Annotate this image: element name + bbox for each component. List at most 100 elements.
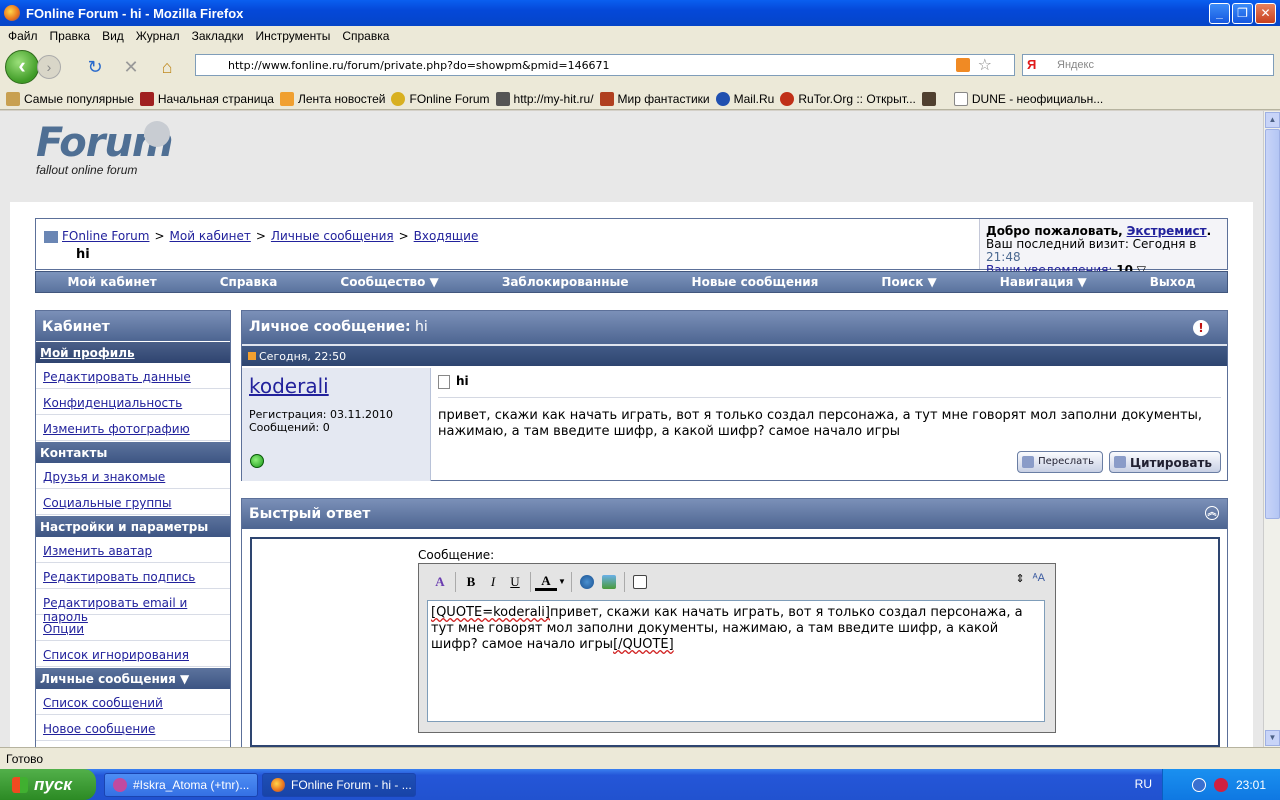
message-editor: A B I U A ▼ ⇕ ᴬA [QUOTE=koderali]привет,… (418, 563, 1056, 733)
bookmark-item[interactable]: Начальная страница (139, 91, 274, 106)
scroll-up-icon[interactable]: ▲ (1265, 112, 1280, 128)
sidebar-section-pm[interactable]: Личные сообщения ▼ (36, 667, 230, 689)
pm-username[interactable]: koderali (249, 374, 423, 398)
sidebar-item[interactable]: Изменить аватар (36, 537, 230, 563)
bookmark-item[interactable]: Mail.Ru (715, 91, 774, 106)
nav-community[interactable]: Сообщество ▼ (340, 275, 438, 289)
sidebar-item[interactable]: Конфиденциальность (36, 389, 230, 415)
taskbar-item-active[interactable]: FOnline Forum - hi - ... (262, 772, 416, 797)
back-button[interactable]: ‹ (5, 50, 39, 84)
breadcrumb-link[interactable]: FOnline Forum (62, 229, 149, 243)
collapse-icon[interactable]: ︽ (1205, 506, 1219, 520)
nav-my-cabinet[interactable]: Мой кабинет (68, 275, 157, 289)
sidebar-item[interactable]: Список игнорирования (36, 641, 230, 667)
sidebar-item[interactable]: Редактировать email и пароль (36, 589, 230, 624)
nav-search[interactable]: Поиск ▼ (881, 275, 936, 289)
username-link[interactable]: Экстремист (1127, 224, 1207, 238)
bold-button[interactable]: B (460, 571, 482, 593)
navigation-toolbar: ‹ › ↻ ✕ ⌂ http://www.fonline.ru/forum/pr… (0, 46, 1280, 88)
reload-icon[interactable]: ↻ (83, 55, 107, 79)
scroll-down-icon[interactable]: ▼ (1265, 730, 1280, 746)
start-button[interactable]: пуск (0, 769, 96, 800)
breadcrumb-link[interactable]: Мой кабинет (170, 229, 251, 243)
bookmark-star-icon[interactable]: ☆ (978, 55, 992, 74)
close-button[interactable]: ✕ (1255, 3, 1276, 24)
breadcrumb-link[interactable]: Входящие (414, 229, 479, 243)
menu-help[interactable]: Справка (336, 29, 395, 43)
nav-blocked[interactable]: Заблокированные (502, 275, 629, 289)
antivirus-icon[interactable] (1213, 777, 1228, 792)
language-indicator[interactable]: RU (1135, 777, 1152, 791)
film-icon (495, 91, 510, 106)
page-scrollbar[interactable]: ▲ ▼ (1263, 111, 1280, 747)
sidebar-item[interactable]: Список сообщений (36, 689, 230, 715)
bookmark-item[interactable]: Мир фантастики (599, 91, 710, 106)
bookmark-item[interactable]: Лента новостей (279, 91, 385, 106)
bookmark-item[interactable]: Самые популярные (6, 91, 134, 106)
yandex-icon[interactable]: Я (1027, 57, 1036, 72)
nav-navigation[interactable]: Навигация ▼ (1000, 275, 1087, 289)
rss-icon (279, 91, 294, 106)
nav-logout[interactable]: Выход (1150, 275, 1196, 289)
menu-bar: Файл Правка Вид Журнал Закладки Инструме… (0, 26, 1280, 46)
menu-file[interactable]: Файл (2, 29, 44, 43)
online-status-icon (250, 454, 264, 468)
report-icon[interactable]: ! (1193, 320, 1209, 336)
bookmark-item[interactable]: RuTor.Org :: Открыт... (780, 91, 916, 106)
quick-reply-header: Быстрый ответ ︽ (242, 499, 1227, 529)
bookmark-item[interactable]: http://my-hit.ru/ (495, 91, 594, 106)
maximize-button[interactable]: ❐ (1232, 3, 1253, 24)
menu-view[interactable]: Вид (96, 29, 130, 43)
url-bar[interactable]: http://www.fonline.ru/forum/private.php?… (195, 54, 1015, 76)
breadcrumb-link[interactable]: Личные сообщения (271, 229, 394, 243)
font-color-button[interactable]: A (535, 573, 557, 591)
sidebar-item[interactable]: Новое сообщение (36, 715, 230, 741)
bookmark-item[interactable] (921, 91, 940, 106)
image-icon[interactable] (598, 571, 620, 593)
menu-edit[interactable]: Правка (44, 29, 97, 43)
chevron-down-icon[interactable]: ▼ (557, 571, 567, 593)
taskbar-item[interactable]: #Iskra_Atoma (+tnr)... (104, 772, 258, 797)
menu-bookmarks[interactable]: Закладки (186, 29, 250, 43)
quote-icon[interactable] (629, 571, 651, 593)
quick-reply: Быстрый ответ ︽ Сообщение: A B I U A ▼ ⇕ (241, 498, 1228, 748)
forward-button[interactable]: Переслать (1017, 451, 1104, 473)
nav-new-posts[interactable]: Новые сообщения (692, 275, 819, 289)
nav-help[interactable]: Справка (220, 275, 278, 289)
link-icon[interactable] (576, 571, 598, 593)
url-text: http://www.fonline.ru/forum/private.php?… (228, 58, 610, 72)
underline-button[interactable]: U (504, 571, 526, 593)
search-input[interactable]: Я Яндекс (1022, 54, 1274, 76)
rss-icon[interactable] (956, 58, 970, 72)
sidebar-item[interactable]: Редактировать подпись (36, 563, 230, 589)
sidebar-my-profile[interactable]: Мой профиль (36, 341, 230, 363)
quote-button[interactable]: Цитировать (1109, 451, 1221, 473)
home-icon[interactable]: ⌂ (155, 55, 179, 79)
stop-icon[interactable]: ✕ (119, 55, 143, 79)
switch-editor-icon[interactable]: ᴬA (1033, 572, 1045, 585)
bookmark-item[interactable]: FOnline Forum (391, 91, 490, 106)
private-message: Личное сообщение: hi ! Сегодня, 22:50 ko… (241, 310, 1228, 481)
menu-history[interactable]: Журнал (130, 29, 186, 43)
network-icon[interactable] (1191, 777, 1206, 792)
bookmark-item[interactable]: DUNE - неофициальн... (953, 91, 1103, 106)
sidebar-item[interactable]: Друзья и знакомые (36, 463, 230, 489)
window-title: FOnline Forum - hi - Mozilla Firefox (26, 5, 244, 21)
sidebar-item[interactable]: Изменить фотографию (36, 415, 230, 441)
remove-format-icon[interactable]: A (429, 571, 451, 593)
taskbar: пуск #Iskra_Atoma (+tnr)... FOnline Foru… (0, 769, 1280, 800)
message-textarea[interactable]: [QUOTE=koderali]привет, скажи как начать… (427, 600, 1045, 722)
page-title: hi (76, 247, 90, 262)
menu-tools[interactable]: Инструменты (250, 29, 337, 43)
minimize-button[interactable]: _ (1209, 3, 1230, 24)
breadcrumb-box: FOnline Forum > Мой кабинет > Личные сообщен… (35, 218, 1228, 277)
sidebar-item[interactable]: Редактировать данные (36, 363, 230, 389)
scroll-thumb[interactable] (1265, 129, 1280, 519)
firefox-icon (271, 777, 285, 792)
forward-button[interactable]: › (37, 55, 61, 79)
italic-button[interactable]: I (482, 571, 504, 593)
resize-icon[interactable]: ⇕ (1015, 572, 1024, 585)
sidebar-title: Кабинет (36, 311, 230, 341)
forum-logo[interactable]: Forum fallout online forum (36, 121, 176, 193)
sidebar-item[interactable]: Социальные группы (36, 489, 230, 515)
